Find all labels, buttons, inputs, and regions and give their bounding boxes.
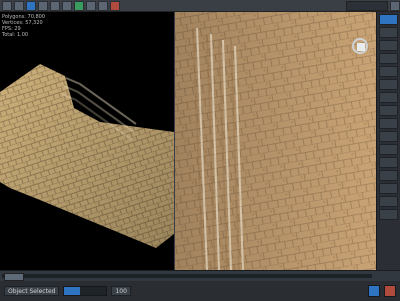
panel-item[interactable] [379, 92, 398, 103]
stone-floor-mesh [175, 12, 376, 270]
hud-line: Total: 1.00 [2, 32, 29, 38]
redo-icon[interactable] [14, 0, 24, 11]
move-icon[interactable] [38, 0, 48, 11]
panel-item[interactable] [379, 105, 398, 116]
zoom-readout: 100 [111, 286, 131, 296]
command-tab-modify[interactable] [379, 27, 398, 38]
viewcube-icon[interactable] [352, 38, 368, 54]
stone-path-mesh [0, 64, 174, 248]
panel-item[interactable] [379, 209, 398, 220]
panel-item[interactable] [379, 196, 398, 207]
scale-icon[interactable] [62, 0, 72, 11]
panel-item[interactable] [379, 131, 398, 142]
progress-bar [63, 286, 108, 296]
status-bar: Object Selected 100 [0, 281, 400, 301]
progress-fill [64, 287, 81, 295]
bottom-bar: Object Selected 100 [0, 270, 400, 301]
command-panel [376, 12, 400, 270]
viewport-right[interactable] [175, 12, 376, 270]
rotate-icon[interactable] [50, 0, 60, 11]
panel-item[interactable] [379, 170, 398, 181]
search-input[interactable] [346, 0, 388, 11]
panel-item[interactable] [379, 183, 398, 194]
render-icon[interactable] [110, 0, 120, 11]
status-text: Object Selected [4, 286, 60, 296]
undo-icon[interactable] [2, 0, 12, 11]
main-toolbar [0, 0, 400, 12]
align-icon[interactable] [98, 0, 108, 11]
panel-item[interactable] [379, 144, 398, 155]
hud-left: Polygons: 70,800 Vertices: 57,320 FPS: 2… [2, 14, 45, 38]
viewport-left[interactable]: Polygons: 70,800 Vertices: 57,320 FPS: 2… [0, 12, 175, 270]
command-tab-create[interactable] [379, 14, 398, 25]
command-tab-utilities[interactable] [379, 79, 398, 90]
setkey-icon[interactable] [384, 285, 396, 297]
panel-item[interactable] [379, 157, 398, 168]
settings-icon[interactable] [390, 0, 400, 11]
select-icon[interactable] [26, 0, 36, 11]
command-tab-hierarchy[interactable] [379, 40, 398, 51]
time-slider[interactable] [4, 273, 24, 281]
panel-item[interactable] [379, 118, 398, 129]
command-tab-display[interactable] [379, 66, 398, 77]
timeline-track[interactable] [2, 274, 372, 278]
command-tab-motion[interactable] [379, 53, 398, 64]
mirror-icon[interactable] [86, 0, 96, 11]
snap-icon[interactable] [74, 0, 84, 11]
autokey-icon[interactable] [368, 285, 380, 297]
